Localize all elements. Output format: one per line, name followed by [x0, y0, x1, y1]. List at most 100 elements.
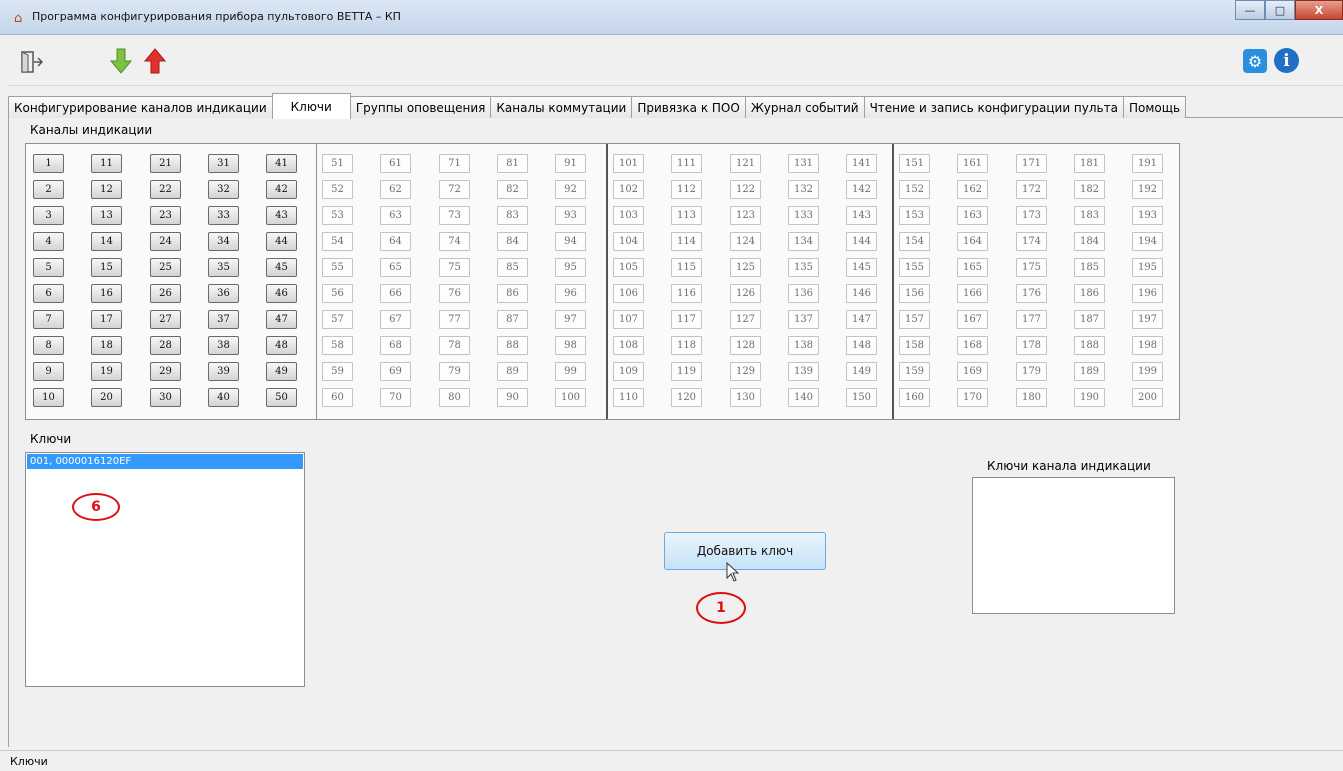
channel-button-130[interactable]: 130 — [730, 388, 761, 407]
channel-button-33[interactable]: 33 — [208, 206, 239, 225]
channel-button-85[interactable]: 85 — [497, 258, 528, 277]
channel-button-173[interactable]: 173 — [1016, 206, 1047, 225]
channel-button-54[interactable]: 54 — [322, 232, 353, 251]
channel-button-195[interactable]: 195 — [1132, 258, 1163, 277]
channel-button-55[interactable]: 55 — [322, 258, 353, 277]
channel-button-116[interactable]: 116 — [671, 284, 702, 303]
channel-button-164[interactable]: 164 — [957, 232, 988, 251]
channel-button-8[interactable]: 8 — [33, 336, 64, 355]
channel-button-30[interactable]: 30 — [150, 388, 181, 407]
channel-button-24[interactable]: 24 — [150, 232, 181, 251]
channel-button-78[interactable]: 78 — [439, 336, 470, 355]
channel-button-153[interactable]: 153 — [899, 206, 930, 225]
channel-button-37[interactable]: 37 — [208, 310, 239, 329]
channel-button-60[interactable]: 60 — [322, 388, 353, 407]
channel-button-147[interactable]: 147 — [846, 310, 877, 329]
channel-button-144[interactable]: 144 — [846, 232, 877, 251]
channel-button-191[interactable]: 191 — [1132, 154, 1163, 173]
channel-button-166[interactable]: 166 — [957, 284, 988, 303]
channel-button-157[interactable]: 157 — [899, 310, 930, 329]
channel-button-73[interactable]: 73 — [439, 206, 470, 225]
channel-button-38[interactable]: 38 — [208, 336, 239, 355]
list-item[interactable]: 001, 0000016120EF — [27, 454, 303, 469]
channel-button-5[interactable]: 5 — [33, 258, 64, 277]
channel-button-48[interactable]: 48 — [266, 336, 297, 355]
channel-button-187[interactable]: 187 — [1074, 310, 1105, 329]
tab-6[interactable]: Журнал событий — [744, 96, 865, 118]
channel-button-154[interactable]: 154 — [899, 232, 930, 251]
channel-button-171[interactable]: 171 — [1016, 154, 1047, 173]
channel-keys-listbox[interactable] — [972, 477, 1175, 614]
channel-button-146[interactable]: 146 — [846, 284, 877, 303]
channel-button-174[interactable]: 174 — [1016, 232, 1047, 251]
channel-button-101[interactable]: 101 — [613, 154, 644, 173]
channel-button-36[interactable]: 36 — [208, 284, 239, 303]
channel-button-39[interactable]: 39 — [208, 362, 239, 381]
channel-button-80[interactable]: 80 — [439, 388, 470, 407]
channel-button-188[interactable]: 188 — [1074, 336, 1105, 355]
channel-button-82[interactable]: 82 — [497, 180, 528, 199]
channel-button-149[interactable]: 149 — [846, 362, 877, 381]
channel-button-117[interactable]: 117 — [671, 310, 702, 329]
channel-button-12[interactable]: 12 — [91, 180, 122, 199]
channel-button-186[interactable]: 186 — [1074, 284, 1105, 303]
channel-button-104[interactable]: 104 — [613, 232, 644, 251]
channel-button-1[interactable]: 1 — [33, 154, 64, 173]
channel-button-141[interactable]: 141 — [846, 154, 877, 173]
info-icon[interactable]: i — [1274, 48, 1299, 73]
channel-button-41[interactable]: 41 — [266, 154, 297, 173]
channel-button-105[interactable]: 105 — [613, 258, 644, 277]
channel-button-155[interactable]: 155 — [899, 258, 930, 277]
channel-button-65[interactable]: 65 — [380, 258, 411, 277]
channel-button-167[interactable]: 167 — [957, 310, 988, 329]
channel-button-35[interactable]: 35 — [208, 258, 239, 277]
channel-button-199[interactable]: 199 — [1132, 362, 1163, 381]
channel-button-193[interactable]: 193 — [1132, 206, 1163, 225]
channel-button-7[interactable]: 7 — [33, 310, 64, 329]
channel-button-46[interactable]: 46 — [266, 284, 297, 303]
channel-button-42[interactable]: 42 — [266, 180, 297, 199]
channel-button-87[interactable]: 87 — [497, 310, 528, 329]
tab-4[interactable]: Каналы коммутации — [490, 96, 633, 118]
channel-button-43[interactable]: 43 — [266, 206, 297, 225]
channel-button-97[interactable]: 97 — [555, 310, 586, 329]
channel-button-50[interactable]: 50 — [266, 388, 297, 407]
channel-button-152[interactable]: 152 — [899, 180, 930, 199]
channel-button-128[interactable]: 128 — [730, 336, 761, 355]
channel-button-107[interactable]: 107 — [613, 310, 644, 329]
channel-button-25[interactable]: 25 — [150, 258, 181, 277]
channel-button-53[interactable]: 53 — [322, 206, 353, 225]
channel-button-192[interactable]: 192 — [1132, 180, 1163, 199]
channel-button-6[interactable]: 6 — [33, 284, 64, 303]
channel-button-32[interactable]: 32 — [208, 180, 239, 199]
channel-button-44[interactable]: 44 — [266, 232, 297, 251]
channel-button-165[interactable]: 165 — [957, 258, 988, 277]
channel-button-14[interactable]: 14 — [91, 232, 122, 251]
channel-button-61[interactable]: 61 — [380, 154, 411, 173]
channel-button-16[interactable]: 16 — [91, 284, 122, 303]
channel-button-75[interactable]: 75 — [439, 258, 470, 277]
channel-button-74[interactable]: 74 — [439, 232, 470, 251]
channel-button-181[interactable]: 181 — [1074, 154, 1105, 173]
channel-button-10[interactable]: 10 — [33, 388, 64, 407]
channel-button-180[interactable]: 180 — [1016, 388, 1047, 407]
channel-button-183[interactable]: 183 — [1074, 206, 1105, 225]
minimize-button[interactable]: — — [1235, 0, 1265, 20]
channel-button-84[interactable]: 84 — [497, 232, 528, 251]
channel-button-2[interactable]: 2 — [33, 180, 64, 199]
channel-button-160[interactable]: 160 — [899, 388, 930, 407]
channel-button-148[interactable]: 148 — [846, 336, 877, 355]
download-arrow-icon[interactable] — [110, 48, 132, 74]
channel-button-93[interactable]: 93 — [555, 206, 586, 225]
channel-button-91[interactable]: 91 — [555, 154, 586, 173]
channel-button-131[interactable]: 131 — [788, 154, 819, 173]
channel-button-133[interactable]: 133 — [788, 206, 819, 225]
channel-button-26[interactable]: 26 — [150, 284, 181, 303]
channel-button-140[interactable]: 140 — [788, 388, 819, 407]
channel-button-178[interactable]: 178 — [1016, 336, 1047, 355]
channel-button-150[interactable]: 150 — [846, 388, 877, 407]
channel-button-77[interactable]: 77 — [439, 310, 470, 329]
channel-button-182[interactable]: 182 — [1074, 180, 1105, 199]
channel-button-95[interactable]: 95 — [555, 258, 586, 277]
channel-button-109[interactable]: 109 — [613, 362, 644, 381]
